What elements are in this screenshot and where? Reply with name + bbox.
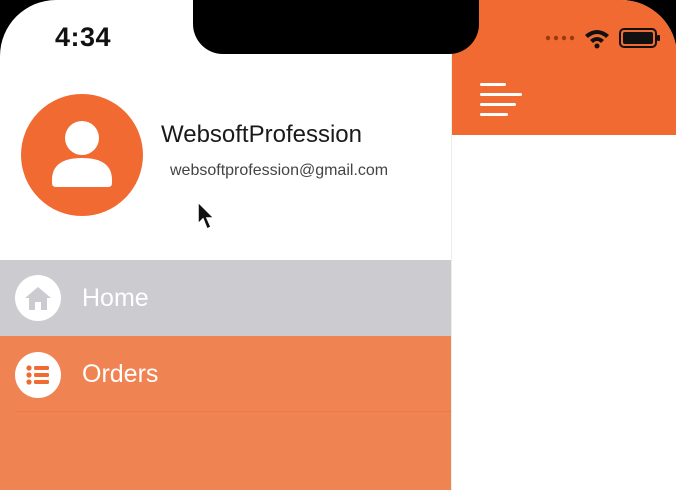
- battery-icon: [619, 28, 660, 48]
- menu-divider: [15, 411, 451, 412]
- phone-screen: 4:34 WebsoftProfession websoftprofession…: [0, 0, 676, 490]
- list-icon: [26, 365, 49, 385]
- cellular-signal-icon: [545, 35, 575, 41]
- status-bar-time: 4:34: [55, 22, 112, 52]
- mouse-cursor-icon: [197, 200, 216, 231]
- menu-icon-badge: [15, 275, 61, 321]
- user-icon: [52, 121, 112, 187]
- menu-item-home[interactable]: Home: [0, 260, 451, 336]
- navigation-drawer: 4:34 WebsoftProfession websoftprofession…: [0, 0, 451, 490]
- home-icon: [25, 287, 51, 310]
- app-header: [452, 0, 676, 135]
- menu-item-label: Orders: [82, 360, 159, 388]
- main-content-panel: [451, 0, 676, 490]
- status-bar-icons: [545, 27, 661, 49]
- menu-item-orders[interactable]: Orders: [0, 336, 451, 490]
- menu-item-label: Home: [82, 283, 149, 312]
- wifi-icon: [585, 30, 609, 49]
- device-notch: [193, 0, 479, 54]
- menu-icon-badge: [15, 352, 61, 398]
- profile-avatar[interactable]: [21, 94, 143, 216]
- profile-name: WebsoftProfession: [161, 121, 362, 148]
- hamburger-menu-icon[interactable]: [478, 80, 524, 120]
- profile-email: websoftprofession@gmail.com: [170, 162, 389, 179]
